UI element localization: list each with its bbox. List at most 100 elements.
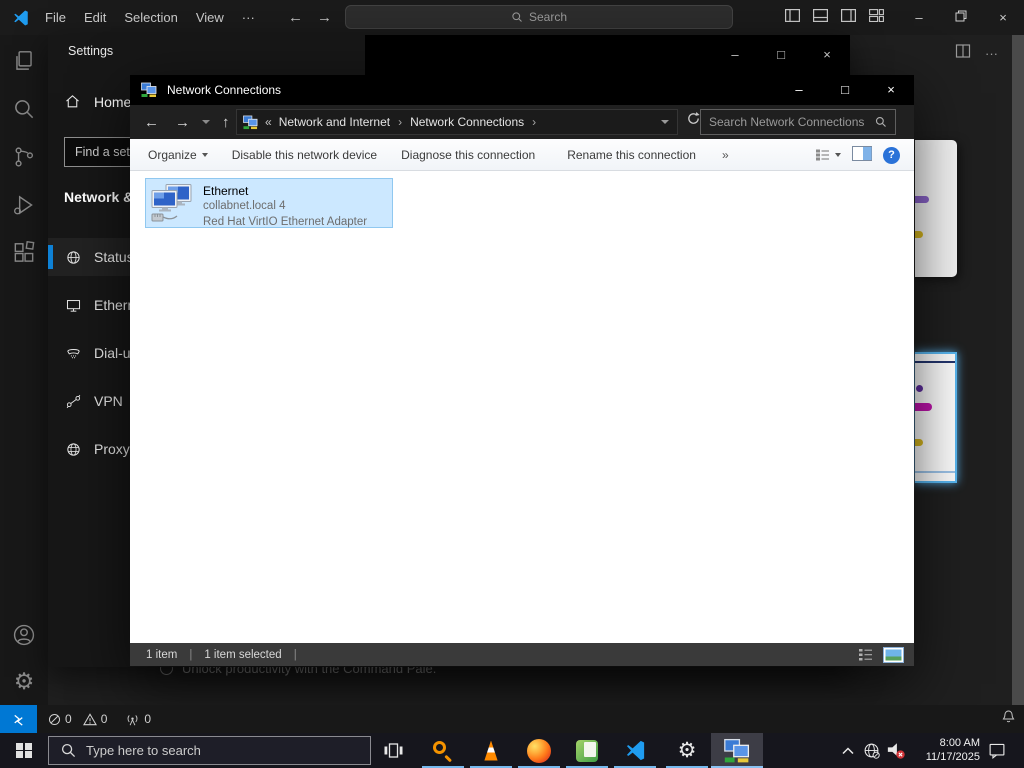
nav-back-icon[interactable]: ← [136, 114, 167, 131]
vscode-restore-icon[interactable] [940, 0, 982, 35]
status-separator: | [189, 648, 193, 661]
task-view-button[interactable] [378, 733, 408, 768]
run-debug-icon[interactable] [11, 192, 37, 218]
warning-icon [82, 712, 97, 725]
tray-overflow-chevron-icon[interactable] [838, 733, 858, 768]
history-forward-icon[interactable]: → [309, 9, 340, 26]
menu-edit[interactable]: Edit [75, 0, 115, 35]
refresh-icon[interactable] [686, 111, 701, 131]
editor-more-actions-icon[interactable]: ··· [985, 46, 998, 61]
taskbar-app-notes[interactable] [563, 733, 611, 768]
breadcrumb-network-and-internet[interactable]: Network and Internet [279, 115, 390, 129]
taskbar-app-firefox[interactable] [515, 733, 563, 768]
tray-volume-muted-icon[interactable] [884, 733, 908, 768]
light-blue-line [915, 471, 955, 473]
ethernet-adapter-item[interactable]: Ethernet collabnet.local 4 Red Hat VirtI… [145, 178, 393, 228]
breadcrumb-separator-icon[interactable]: › [398, 115, 402, 129]
split-editor-icon[interactable] [955, 43, 971, 64]
nc-search-box[interactable]: Search Network Connections [700, 109, 896, 135]
task-view-icon [384, 743, 402, 758]
desktop: Unlock productivity with the Command Pal… [0, 0, 1024, 768]
vscode-status-bar: 0 0 0 [0, 705, 1024, 733]
large-icons-view-toggle-icon[interactable] [883, 646, 904, 663]
nc-command-bar: Organize Disable this network device Dia… [130, 139, 914, 171]
vscode-logo-icon [626, 740, 644, 761]
menu-file[interactable]: File [36, 0, 75, 35]
tray-clock[interactable]: 8:00 AM 11/17/2025 [906, 737, 980, 764]
monitor-icon [65, 297, 82, 314]
address-dropdown-chevron-icon[interactable] [661, 120, 669, 124]
taskbar-app-search-tool[interactable] [419, 733, 467, 768]
dropdown-chevron-icon [835, 153, 841, 157]
breadcrumb-network-connections[interactable]: Network Connections [410, 115, 524, 129]
vscode-minimize-icon[interactable]: – [898, 0, 940, 35]
nc-maximize-icon[interactable]: □ [822, 75, 868, 105]
nav-forward-icon[interactable]: → [167, 114, 198, 131]
rename-connection-button[interactable]: Rename this connection [567, 148, 696, 162]
history-back-icon[interactable]: ← [280, 9, 311, 26]
customize-layout-icon[interactable] [869, 8, 884, 27]
settings-minimize-icon[interactable]: – [712, 35, 758, 75]
start-button[interactable] [0, 733, 48, 768]
explorer-icon[interactable] [11, 48, 37, 74]
source-control-icon[interactable] [11, 144, 37, 170]
taskbar-app-vlc[interactable] [467, 733, 515, 768]
search-icon[interactable] [875, 116, 887, 128]
recent-locations-chevron-icon[interactable] [202, 120, 210, 124]
toolbar-overflow-chevron[interactable]: » [722, 148, 729, 162]
ports-indicator[interactable]: 0 [125, 712, 151, 726]
preview-pane-icon[interactable] [852, 146, 872, 164]
nc-minimize-icon[interactable]: – [776, 75, 822, 105]
taskbar-app-settings[interactable]: ⚙ [663, 733, 711, 768]
account-icon[interactable] [11, 622, 37, 648]
taskbar-app-vscode[interactable] [611, 733, 659, 768]
nc-file-list[interactable]: Ethernet collabnet.local 4 Red Hat VirtI… [130, 171, 914, 643]
background-window-partial[interactable] [915, 140, 957, 277]
settings-titlebar: – □ × [365, 35, 850, 75]
nav-up-icon[interactable]: ↑ [214, 114, 238, 131]
notifications-bell-icon[interactable] [1001, 709, 1016, 730]
taskbar-search-placeholder: Type here to search [86, 743, 201, 758]
manage-gear-icon[interactable]: ⚙ [11, 670, 37, 696]
background-window-partial-focused[interactable] [915, 352, 957, 483]
taskbar-app-network-connections-active[interactable] [711, 733, 763, 768]
address-field[interactable]: « Network and Internet › Network Connect… [236, 109, 678, 135]
search-icon [61, 743, 76, 758]
disable-device-button[interactable]: Disable this network device [232, 148, 377, 162]
firefox-icon [527, 738, 551, 763]
remote-indicator[interactable] [0, 705, 37, 733]
diagnose-connection-button[interactable]: Diagnose this connection [401, 148, 535, 162]
menu-more-icon[interactable]: ··· [233, 0, 264, 35]
search-icon[interactable] [11, 96, 37, 122]
toggle-secondary-sidebar-icon[interactable] [841, 8, 857, 27]
change-view-button[interactable] [816, 149, 841, 161]
help-icon[interactable]: ? [883, 146, 900, 164]
search-icon [512, 12, 522, 22]
taskbar-search-box[interactable]: Type here to search [48, 736, 371, 765]
toggle-panel-icon[interactable] [813, 8, 829, 27]
nc-close-icon[interactable]: × [868, 75, 914, 105]
nc-address-bar: ← → ↑ « Network and Internet › Network C… [130, 105, 914, 139]
errors-indicator[interactable]: 0 [48, 712, 72, 726]
settings-home-item[interactable]: Home [64, 93, 131, 110]
dropdown-chevron-icon [201, 152, 208, 157]
menu-view[interactable]: View [187, 0, 233, 35]
vscode-command-center[interactable]: Search [345, 5, 733, 29]
warnings-indicator[interactable]: 0 [82, 712, 107, 726]
menu-selection[interactable]: Selection [115, 0, 186, 35]
breadcrumb-separator-icon[interactable]: › [532, 115, 536, 129]
tray-network-no-internet-icon[interactable] [860, 733, 883, 768]
details-view-toggle-icon[interactable] [859, 648, 874, 661]
action-center-icon[interactable] [982, 733, 1012, 768]
organize-button[interactable]: Organize [148, 148, 208, 162]
vpn-icon [65, 393, 82, 410]
breadcrumb-collapse[interactable]: « [265, 115, 272, 129]
extensions-icon[interactable] [11, 240, 37, 266]
yellow-bar [915, 231, 923, 238]
toggle-sidebar-icon[interactable] [785, 8, 801, 27]
settings-close-icon[interactable]: × [804, 35, 850, 75]
vscode-close-icon[interactable]: × [982, 0, 1024, 35]
selected-accent-bar [48, 245, 53, 269]
orange-magnifier-icon [432, 740, 454, 763]
settings-maximize-icon[interactable]: □ [758, 35, 804, 75]
